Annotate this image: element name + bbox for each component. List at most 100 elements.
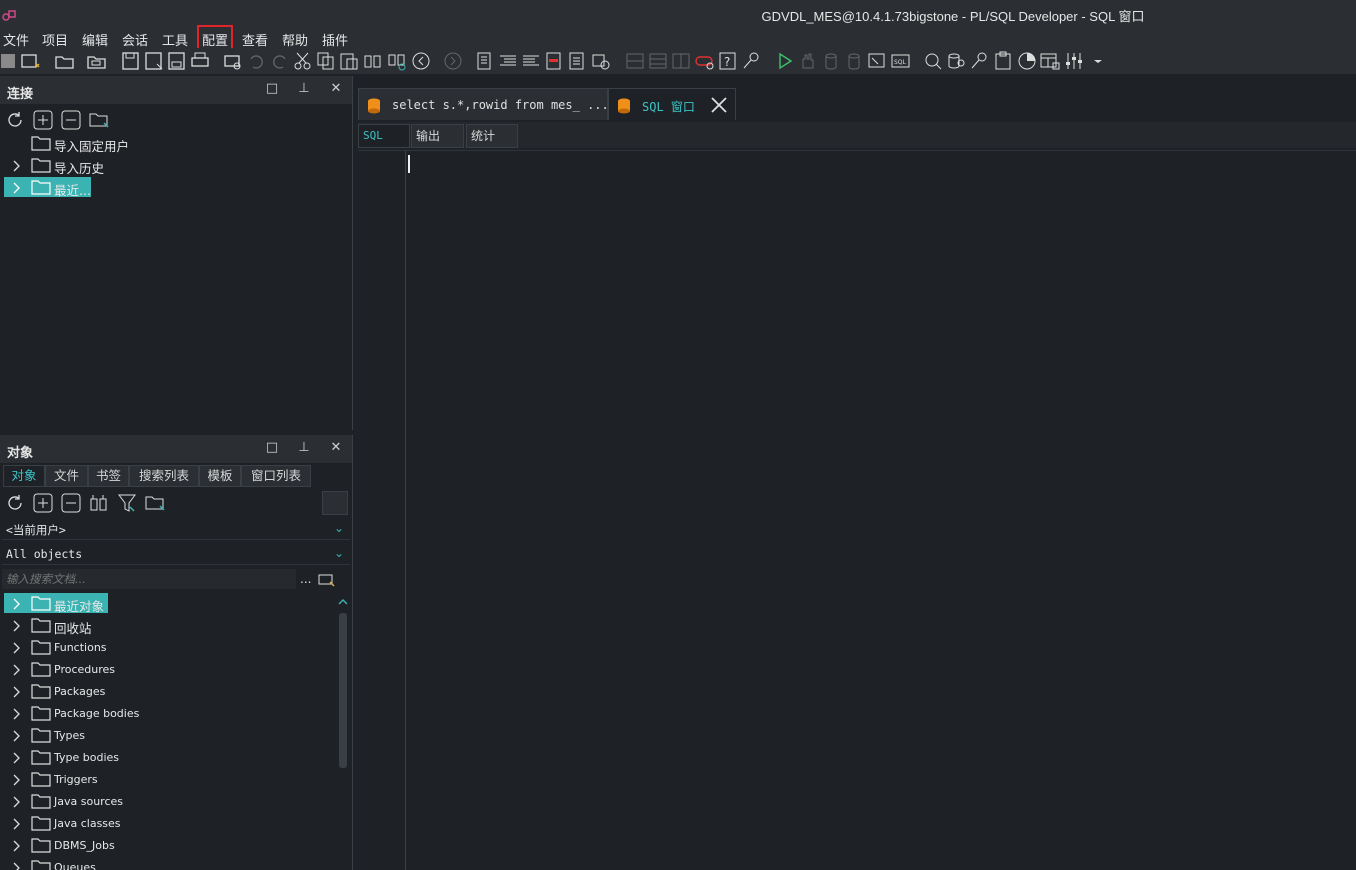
find-icon[interactable] <box>88 492 110 514</box>
preferences-icon[interactable] <box>1063 50 1085 72</box>
menu-edit[interactable]: 编辑 <box>82 30 108 49</box>
find-icon[interactable] <box>362 50 384 72</box>
clipboard-icon[interactable] <box>992 50 1014 72</box>
tab-search-list[interactable]: 搜索列表 <box>129 465 199 487</box>
chevron-right-icon[interactable] <box>10 663 24 677</box>
rollback-icon[interactable] <box>843 50 865 72</box>
object-tree-scrollbar[interactable] <box>336 595 350 870</box>
connection-item-recent[interactable]: 最近... <box>4 177 334 199</box>
new-window-icon[interactable] <box>20 50 42 72</box>
menu-help[interactable]: 帮助 <box>282 30 308 49</box>
forward-icon[interactable] <box>442 50 464 72</box>
commit-icon[interactable] <box>820 50 842 72</box>
object-type-select[interactable]: All objects ⌄ <box>2 543 350 565</box>
subtab-output[interactable]: 输出 <box>411 124 464 148</box>
pin-icon[interactable]: ⊥ <box>296 440 312 456</box>
tools-icon[interactable] <box>968 50 990 72</box>
subtab-sql[interactable]: SQL <box>358 124 410 148</box>
print-icon[interactable] <box>190 50 212 72</box>
toolbar-overflow-icon[interactable] <box>1088 50 1110 72</box>
object-search-input[interactable] <box>2 569 296 589</box>
tree-item-java-sources[interactable]: Java sources <box>4 791 334 813</box>
align-icon[interactable] <box>497 50 519 72</box>
tree-item-types[interactable]: Types <box>4 725 334 747</box>
close-tab-icon[interactable] <box>709 95 729 115</box>
subtab-statistics[interactable]: 统计 <box>466 124 518 148</box>
refresh-icon[interactable] <box>4 109 26 131</box>
chevron-right-icon[interactable] <box>10 685 24 699</box>
uncomment-icon[interactable] <box>566 50 588 72</box>
add-icon[interactable] <box>32 109 54 131</box>
chevron-right-icon[interactable] <box>10 773 24 787</box>
chevron-right-icon[interactable] <box>10 181 24 195</box>
unindent-icon[interactable] <box>520 50 542 72</box>
indent-icon[interactable] <box>474 50 496 72</box>
open-folder-icon[interactable] <box>54 50 76 72</box>
sql-editor[interactable] <box>358 150 1356 870</box>
chevron-down-icon[interactable]: ⌄ <box>334 546 344 560</box>
tab-objects[interactable]: 对象 <box>3 465 45 487</box>
link-icon[interactable] <box>694 50 716 72</box>
menu-plugins[interactable]: 插件 <box>322 30 348 49</box>
tree-item-queues[interactable]: Queues <box>4 857 334 870</box>
open-project-icon[interactable] <box>86 50 108 72</box>
comment-icon[interactable] <box>543 50 565 72</box>
settings-db-icon[interactable] <box>945 50 967 72</box>
copy-icon[interactable] <box>315 50 337 72</box>
tab-window-list[interactable]: 窗口列表 <box>241 465 311 487</box>
scroll-up-icon[interactable] <box>338 597 348 607</box>
redo-icon[interactable] <box>268 50 290 72</box>
timer-icon[interactable] <box>1016 50 1038 72</box>
tree-item-type-bodies[interactable]: Type bodies <box>4 747 334 769</box>
chevron-right-icon[interactable] <box>10 707 24 721</box>
save-as-icon[interactable] <box>143 50 165 72</box>
tab-templates[interactable]: 模板 <box>199 465 241 487</box>
split-horizontal-icon[interactable] <box>624 50 646 72</box>
window-list-icon[interactable] <box>1039 50 1061 72</box>
sql-icon[interactable]: SQL <box>890 50 912 72</box>
find-replace-icon[interactable] <box>386 50 408 72</box>
help-icon[interactable]: ? <box>717 50 739 72</box>
user-select[interactable]: <当前用户> ⌄ <box>2 518 350 540</box>
tree-item-procedures[interactable]: Procedures <box>4 659 334 681</box>
back-icon[interactable] <box>410 50 432 72</box>
undo-icon[interactable] <box>246 50 268 72</box>
key-icon[interactable] <box>740 50 762 72</box>
chevron-right-icon[interactable] <box>10 619 24 633</box>
chevron-right-icon[interactable] <box>10 159 24 173</box>
filter-icon[interactable] <box>116 492 138 514</box>
chevron-right-icon[interactable] <box>10 817 24 831</box>
split-vertical-icon[interactable] <box>647 50 669 72</box>
columns-icon[interactable] <box>670 50 692 72</box>
close-icon[interactable]: ✕ <box>328 440 344 456</box>
folder-filter-icon[interactable] <box>144 492 166 514</box>
refresh-icon[interactable] <box>4 492 26 514</box>
tree-item-functions[interactable]: Functions <box>4 637 334 659</box>
scrollbar-thumb[interactable] <box>339 613 347 768</box>
remove-icon[interactable] <box>60 492 82 514</box>
tree-item-dbms-jobs[interactable]: DBMS_Jobs <box>4 835 334 857</box>
add-icon[interactable] <box>32 492 54 514</box>
color-swatch-icon[interactable] <box>0 50 22 72</box>
menu-file[interactable]: 文件 <box>3 30 29 49</box>
chevron-right-icon[interactable] <box>10 839 24 853</box>
chevron-right-icon[interactable] <box>10 861 24 870</box>
chevron-down-icon[interactable]: ⌄ <box>334 521 344 535</box>
paste-icon[interactable] <box>338 50 360 72</box>
pin-icon[interactable]: ⊥ <box>296 81 312 97</box>
new-folder-icon[interactable] <box>88 109 110 131</box>
search-db-icon[interactable] <box>922 50 944 72</box>
explain-plan-icon[interactable] <box>866 50 888 72</box>
tree-item-triggers[interactable]: Triggers <box>4 769 334 791</box>
menu-configure[interactable]: 配置 <box>196 25 234 54</box>
tree-item-package-bodies[interactable]: Package bodies <box>4 703 334 725</box>
maximize-icon[interactable]: □ <box>264 440 280 456</box>
template-icon[interactable] <box>590 50 612 72</box>
menu-project[interactable]: 项目 <box>42 30 68 49</box>
search-options-icon[interactable] <box>318 573 336 587</box>
connection-item-fixed-users[interactable]: 导入固定用户 <box>4 133 334 155</box>
execute-icon[interactable] <box>774 50 796 72</box>
remove-icon[interactable] <box>60 109 82 131</box>
tree-item-packages[interactable]: Packages <box>4 681 334 703</box>
save-icon[interactable] <box>120 50 142 72</box>
